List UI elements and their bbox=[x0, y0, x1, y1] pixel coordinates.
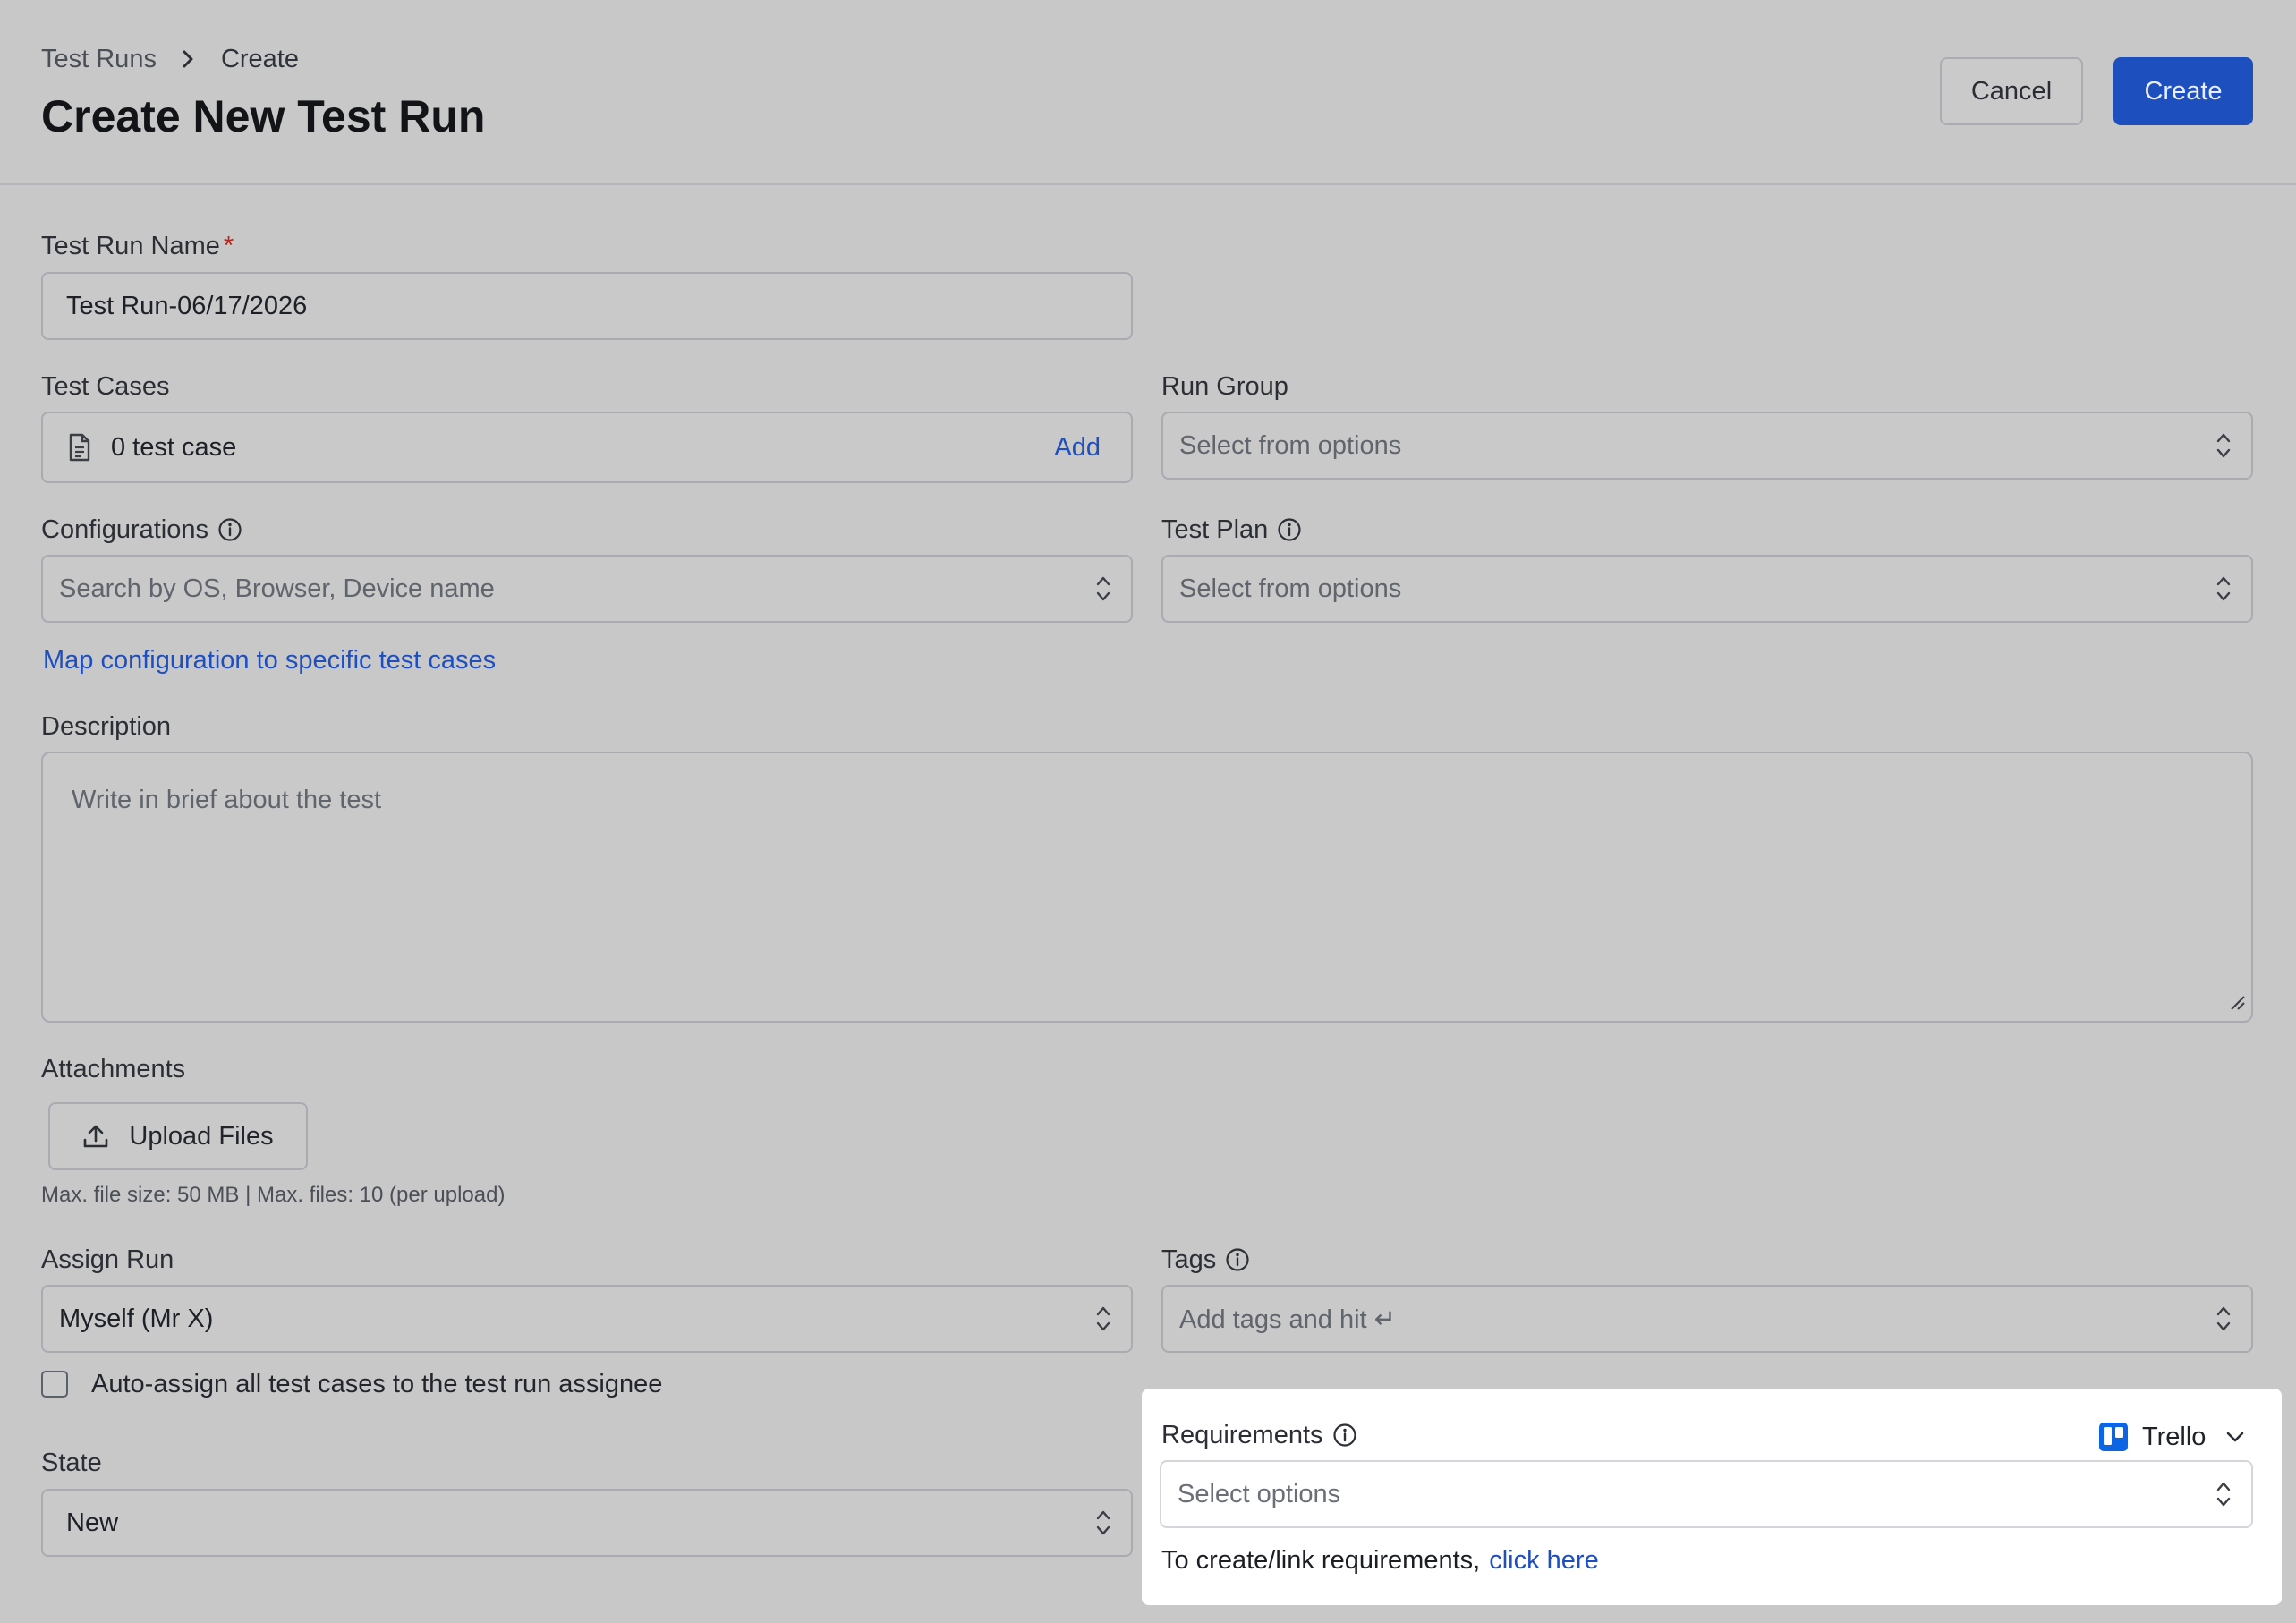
upload-icon bbox=[82, 1123, 129, 1150]
trello-icon bbox=[2099, 1423, 2128, 1451]
info-icon[interactable] bbox=[1332, 1423, 1357, 1448]
test-plan-select[interactable]: Select from options bbox=[1161, 555, 2253, 623]
upload-files-button[interactable]: Upload Files bbox=[48, 1102, 308, 1170]
page-title: Create New Test Run bbox=[41, 91, 486, 141]
assign-run-label: Assign Run bbox=[41, 1245, 174, 1274]
breadcrumb-current: Create bbox=[220, 44, 299, 73]
chevron-updown-icon bbox=[1095, 1304, 1111, 1334]
description-label: Description bbox=[41, 711, 172, 741]
tags-label: Tags bbox=[1161, 1242, 1250, 1278]
configurations-label: Configurations bbox=[41, 512, 242, 548]
run-group-label: Run Group bbox=[1161, 371, 1288, 401]
map-configuration-link[interactable]: Map configuration to specific test cases bbox=[43, 642, 496, 678]
chevron-updown-icon bbox=[1095, 574, 1111, 604]
document-icon bbox=[68, 433, 91, 462]
info-icon[interactable] bbox=[1225, 1247, 1250, 1272]
requirements-label: Requirements bbox=[1161, 1417, 1357, 1453]
state-select[interactable]: New bbox=[41, 1489, 1133, 1557]
chevron-updown-icon bbox=[2215, 574, 2232, 604]
test-run-name-label: Test Run Name * bbox=[41, 231, 234, 260]
requirements-select[interactable]: Select options bbox=[1160, 1460, 2253, 1528]
chevron-down-icon bbox=[2225, 1431, 2245, 1443]
requirements-provider-dropdown[interactable]: Trello bbox=[2099, 1419, 2251, 1455]
chevron-right-icon bbox=[182, 49, 194, 69]
configurations-input[interactable]: Search by OS, Browser, Device name bbox=[41, 555, 1133, 623]
chevron-updown-icon bbox=[2215, 1304, 2232, 1334]
info-icon[interactable] bbox=[217, 517, 242, 542]
upload-hint: Max. file size: 50 MB | Max. files: 10 (… bbox=[41, 1183, 506, 1207]
auto-assign-label[interactable]: Auto-assign all test cases to the test r… bbox=[91, 1366, 662, 1402]
add-test-cases-link[interactable]: Add bbox=[1054, 433, 1101, 463]
resize-grip-icon[interactable] bbox=[2228, 993, 2246, 1015]
assign-run-select[interactable]: Myself (Mr X) bbox=[41, 1285, 1133, 1353]
tags-input[interactable]: Add tags and hit ↵ bbox=[1161, 1285, 2253, 1353]
state-label: State bbox=[41, 1448, 102, 1477]
test-plan-label: Test Plan bbox=[1161, 512, 1302, 548]
attachments-label: Attachments bbox=[41, 1054, 186, 1083]
test-run-name-input[interactable]: Test Run-06/17/2026 bbox=[41, 272, 1133, 340]
run-group-select[interactable]: Select from options bbox=[1161, 412, 2253, 480]
auto-assign-checkbox[interactable] bbox=[41, 1371, 68, 1398]
required-mark: * bbox=[223, 231, 234, 260]
test-cases-field: 0 test case Add bbox=[41, 412, 1133, 483]
description-textarea[interactable]: Write in brief about the test bbox=[41, 752, 2253, 1023]
requirements-panel: Requirements Trello Select options To cr… bbox=[1142, 1389, 2282, 1605]
breadcrumb: Test Runs Create bbox=[41, 41, 299, 77]
requirements-click-here-link[interactable]: click here bbox=[1489, 1546, 1599, 1576]
cancel-button[interactable]: Cancel bbox=[1940, 57, 2083, 125]
breadcrumb-test-runs[interactable]: Test Runs bbox=[41, 45, 157, 74]
info-icon[interactable] bbox=[1277, 517, 1302, 542]
requirements-helper: To create/link requirements, click here bbox=[1161, 1545, 1599, 1576]
chevron-updown-icon bbox=[2215, 430, 2232, 461]
header-divider bbox=[0, 183, 2296, 185]
test-case-count: 0 test case bbox=[111, 432, 237, 462]
test-cases-label: Test Cases bbox=[41, 371, 170, 401]
create-button[interactable]: Create bbox=[2113, 57, 2253, 125]
chevron-updown-icon bbox=[2215, 1479, 2232, 1509]
chevron-updown-icon bbox=[1095, 1508, 1111, 1538]
